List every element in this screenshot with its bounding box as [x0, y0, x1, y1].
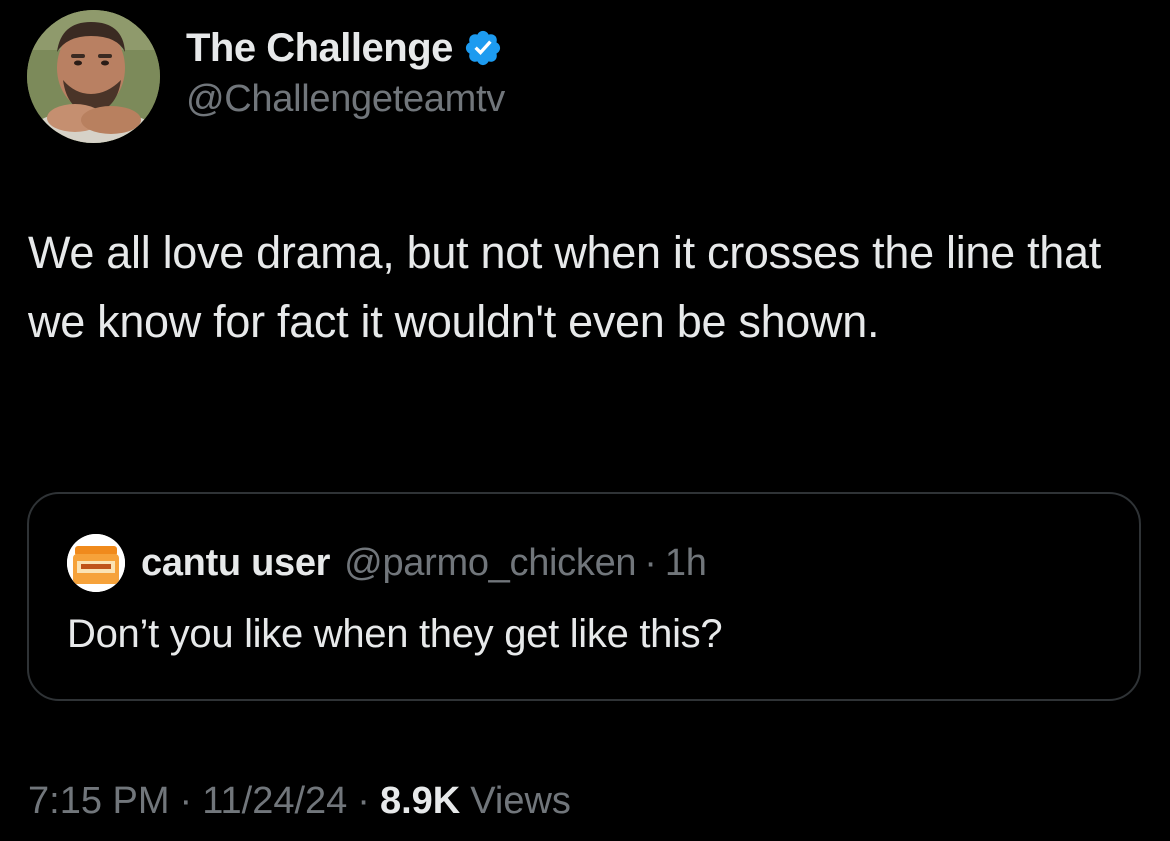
quoted-tweet-text: Don’t you like when they get like this? [67, 612, 723, 656]
cantu-jar-icon [67, 534, 125, 592]
verified-badge-icon[interactable] [463, 28, 503, 68]
tweet-meta: 7:15 PM · 11/24/24 · 8.9K Views [28, 776, 571, 826]
author-display-name[interactable]: The Challenge [186, 26, 453, 71]
quoted-handle[interactable]: @parmo_chicken [344, 542, 636, 585]
quoted-tweet-card[interactable]: cantu user @parmo_chicken · 1h Don’t you… [27, 492, 1141, 701]
tweet-text: We all love drama, but not when it cross… [28, 227, 1101, 347]
author-name-row[interactable]: The Challenge [186, 24, 503, 72]
tweet-time[interactable]: 7:15 PM [28, 780, 170, 823]
tweet-date[interactable]: 11/24/24 [202, 780, 347, 823]
meta-separator: · [357, 779, 370, 822]
quoted-timestamp[interactable]: 1h [665, 542, 707, 585]
man-portrait-icon [27, 10, 160, 143]
quoted-display-name[interactable]: cantu user [141, 542, 330, 585]
author-handle[interactable]: @Challengeteamtv [186, 78, 505, 121]
views-count[interactable]: 8.9K [380, 780, 460, 823]
quoted-author-avatar[interactable] [67, 534, 125, 592]
quoted-separator: · [644, 541, 657, 584]
meta-separator: · [179, 779, 193, 822]
tweet-detail: The Challenge @Challengeteamtv We all lo… [0, 0, 1170, 841]
quoted-tweet-header: cantu user @parmo_chicken · 1h [141, 538, 707, 588]
author-avatar[interactable] [27, 10, 160, 143]
views-label[interactable]: Views [470, 780, 571, 823]
